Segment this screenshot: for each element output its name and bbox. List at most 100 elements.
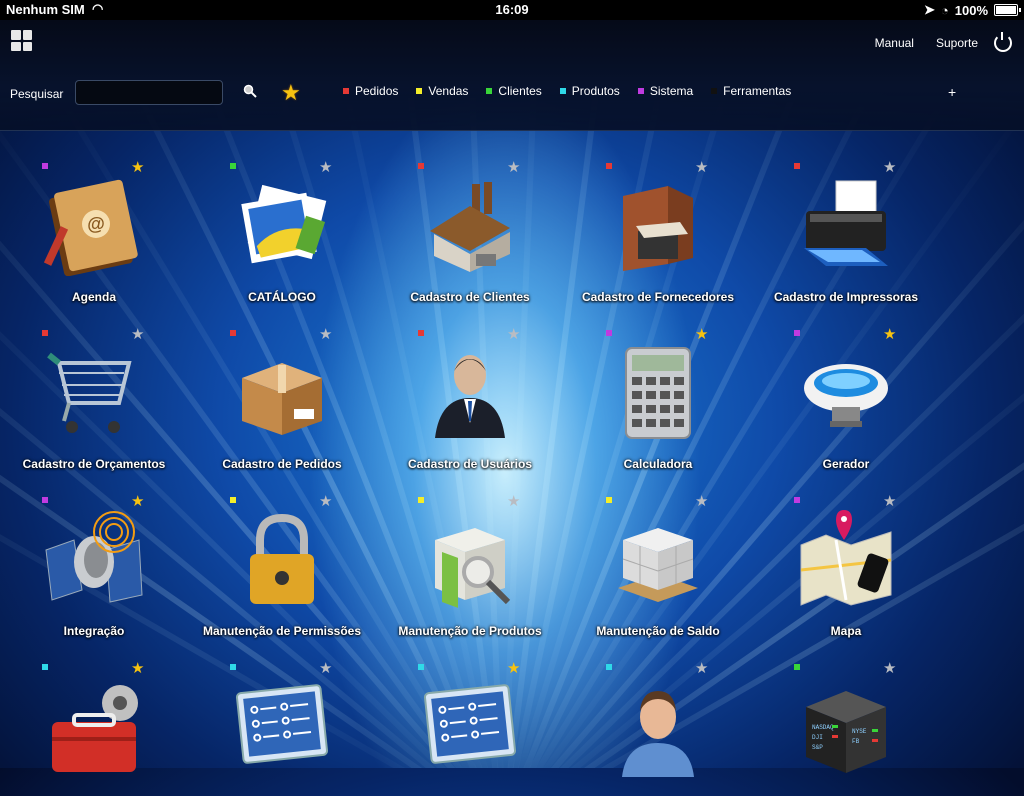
unfavorite-star-icon[interactable]: ★ [319, 327, 332, 342]
app-tile[interactable]: ★Manutenção de Permissões [188, 464, 376, 629]
satellite-icon [44, 510, 144, 610]
favorites-star-icon[interactable]: ★ [281, 80, 301, 106]
app-tile[interactable]: ★Integração [0, 464, 188, 629]
category-0[interactable]: Pedidos [343, 84, 398, 98]
power-icon[interactable] [994, 34, 1012, 52]
app-tile[interactable]: ★Calculadora [564, 297, 752, 462]
app-tile[interactable]: ★Manutenção de Produtos [376, 464, 564, 629]
category-5[interactable]: Ferramentas [711, 84, 791, 98]
favorite-star-icon[interactable]: ★ [131, 494, 144, 509]
favorite-star-icon[interactable]: ★ [507, 661, 520, 676]
category-filters: Pedidos Vendas Clientes Produtos Sistema Ferr… [343, 84, 809, 98]
category-color-square [638, 88, 644, 94]
category-color-square [418, 664, 424, 670]
unfavorite-star-icon[interactable]: ★ [695, 661, 708, 676]
shopping-cart-icon [44, 343, 144, 443]
category-label: Sistema [650, 84, 693, 98]
category-1[interactable]: Vendas [416, 84, 468, 98]
top-bar: Manual Suporte Pesquisar ★ Pedidos Vendas… [0, 20, 1024, 131]
app-tile[interactable]: ★CATÁLOGO [188, 130, 376, 295]
app-tile[interactable]: ★@Agenda [0, 130, 188, 295]
battery-percent: 100% [955, 3, 988, 18]
favorite-star-icon[interactable]: ★ [695, 327, 708, 342]
add-icon[interactable]: + [948, 84, 956, 100]
category-color-square [418, 163, 424, 169]
category-color-square [343, 88, 349, 94]
category-color-square [418, 497, 424, 503]
photos-icon [232, 176, 332, 276]
favorite-star-icon[interactable]: ★ [131, 661, 144, 676]
padlock-icon [232, 510, 332, 610]
category-color-square [560, 88, 566, 94]
app-tile[interactable]: ★Cadastro de Pedidos [188, 297, 376, 462]
unfavorite-star-icon[interactable]: ★ [883, 661, 896, 676]
category-label: Vendas [428, 84, 468, 98]
app-tile[interactable]: ★Cadastro de Fornecedores [564, 130, 752, 295]
location-icon: ➤ [924, 2, 935, 18]
unfavorite-star-icon[interactable]: ★ [319, 661, 332, 676]
category-color-square [794, 330, 800, 336]
app-tile[interactable]: ★Cadastro de Orçamentos [0, 297, 188, 462]
alarm-icon: ◔ [941, 3, 949, 18]
product-search-icon [420, 510, 520, 610]
svg-text:FB: FB [852, 738, 860, 745]
toolbox-icon [44, 677, 144, 777]
category-4[interactable]: Sistema [638, 84, 693, 98]
category-color-square [606, 664, 612, 670]
category-color-square [42, 664, 48, 670]
unfavorite-star-icon[interactable]: ★ [319, 160, 332, 175]
app-tile[interactable]: ★Cadastro de Clientes [376, 130, 564, 295]
app-tile[interactable]: ★ [376, 631, 564, 796]
category-label: Pedidos [355, 84, 398, 98]
printer-icon [796, 176, 896, 276]
unfavorite-star-icon[interactable]: ★ [883, 494, 896, 509]
category-color-square [42, 330, 48, 336]
unfavorite-star-icon[interactable]: ★ [883, 160, 896, 175]
category-3[interactable]: Produtos [560, 84, 620, 98]
app-tile[interactable]: ★Gerador [752, 297, 940, 462]
clock-text: 16:09 [0, 2, 1024, 17]
unfavorite-star-icon[interactable]: ★ [319, 494, 332, 509]
favorite-star-icon[interactable]: ★ [131, 160, 144, 175]
doctor-icon [608, 677, 708, 777]
category-color-square [606, 330, 612, 336]
status-right: ➤ ◔ 100% [924, 2, 1018, 18]
unfavorite-star-icon[interactable]: ★ [507, 494, 520, 509]
app-tile[interactable]: ★Cadastro de Impressoras [752, 130, 940, 295]
category-color-square [794, 497, 800, 503]
unfavorite-star-icon[interactable]: ★ [131, 327, 144, 342]
pallet-boxes-icon [608, 510, 708, 610]
category-2[interactable]: Clientes [486, 84, 541, 98]
manual-link[interactable]: Manual [875, 36, 914, 50]
app-tile[interactable]: ★Cadastro de Usuários [376, 297, 564, 462]
unfavorite-star-icon[interactable]: ★ [695, 494, 708, 509]
apps-grid-icon[interactable] [11, 30, 32, 51]
svg-text:DJI: DJI [812, 734, 823, 741]
suporte-link[interactable]: Suporte [936, 36, 978, 50]
category-color-square [418, 330, 424, 336]
category-color-square [486, 88, 492, 94]
unfavorite-star-icon[interactable]: ★ [695, 160, 708, 175]
unfavorite-star-icon[interactable]: ★ [507, 160, 520, 175]
search-icon[interactable] [243, 84, 257, 98]
app-tile[interactable]: ★ [188, 631, 376, 796]
category-color-square [606, 497, 612, 503]
app-tile[interactable]: ★ [0, 631, 188, 796]
app-tile[interactable]: ★NASDAQDJIS&PNYSEFB [752, 631, 940, 796]
category-color-square [42, 163, 48, 169]
app-tile[interactable]: ★Manutenção de Saldo [564, 464, 752, 629]
search-input[interactable] [75, 80, 223, 105]
app-grid: ★@Agenda★CATÁLOGO★Cadastro de Clientes★C… [0, 130, 1024, 768]
app-tile[interactable]: ★ [564, 631, 752, 796]
svg-text:NYSE: NYSE [852, 728, 867, 735]
search-label: Pesquisar [10, 87, 63, 101]
favorite-star-icon[interactable]: ★ [883, 327, 896, 342]
category-label: Clientes [498, 84, 541, 98]
category-color-square [230, 163, 236, 169]
battery-icon [994, 4, 1018, 16]
unfavorite-star-icon[interactable]: ★ [507, 327, 520, 342]
category-color-square [230, 497, 236, 503]
app-tile[interactable]: ★Mapa [752, 464, 940, 629]
warehouse-icon [608, 176, 708, 276]
category-color-square [230, 664, 236, 670]
